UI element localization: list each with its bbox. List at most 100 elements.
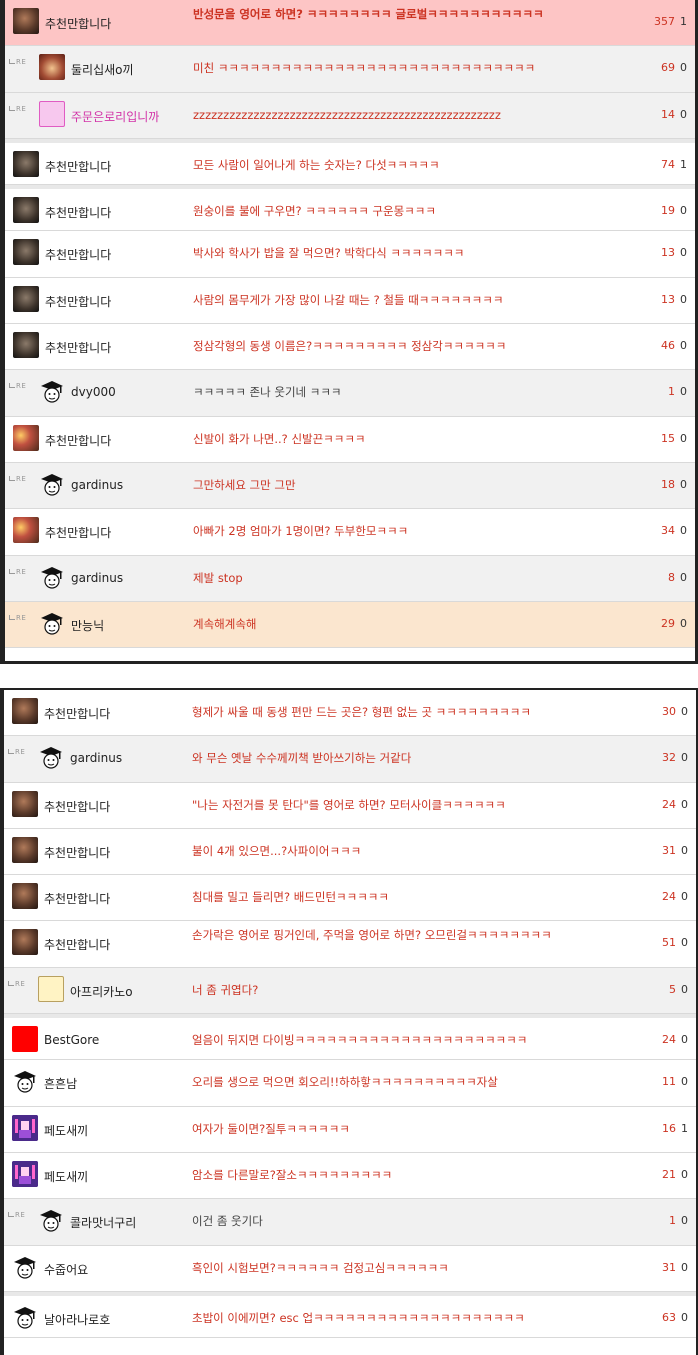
avatar[interactable] bbox=[13, 8, 39, 34]
avatar[interactable] bbox=[12, 836, 38, 863]
nickname[interactable]: 아프리카노o bbox=[70, 983, 133, 1000]
comment-row[interactable]: 수줍어요 흑인이 시험보면?ㅋㅋㅋㅋㅋㅋ 검정고심ㅋㅋㅋㅋㅋㅋ 31 0 bbox=[4, 1245, 696, 1292]
avatar[interactable] bbox=[39, 564, 65, 590]
comment-text[interactable]: 얼음이 뒤지면 다이빙ㅋㅋㅋㅋㅋㅋㅋㅋㅋㅋㅋㅋㅋㅋㅋㅋㅋㅋㅋㅋㅋㅋ bbox=[192, 1033, 632, 1048]
comment-text[interactable]: 원숭이를 불에 구우면? ㅋㅋㅋㅋㅋㅋ 구운몽ㅋㅋㅋ bbox=[193, 204, 633, 219]
nickname[interactable]: 추천만합니다 bbox=[45, 293, 111, 310]
avatar[interactable] bbox=[13, 150, 39, 177]
comment-text[interactable]: 계속해계속해 bbox=[193, 617, 633, 632]
comment-row[interactable]: 추천만합니다 사람의 몸무게가 가장 많이 나갈 때는 ? 철들 때ㅋㅋㅋㅋㅋㅋㅋ… bbox=[5, 277, 695, 325]
avatar[interactable] bbox=[12, 1254, 38, 1280]
comment-text[interactable]: 흑인이 시험보면?ㅋㅋㅋㅋㅋㅋ 검정고심ㅋㅋㅋㅋㅋㅋ bbox=[192, 1261, 632, 1276]
comment-row[interactable]: 추천만합니다 "나는 자전거를 못 탄다"를 영어로 하면? 모터사이클ㅋㅋㅋㅋㅋ… bbox=[4, 782, 696, 829]
nickname[interactable]: gardinus bbox=[71, 571, 123, 585]
avatar[interactable] bbox=[39, 100, 65, 127]
nickname[interactable]: dvy000 bbox=[71, 385, 116, 399]
avatar[interactable] bbox=[12, 1026, 38, 1053]
avatar[interactable] bbox=[12, 790, 38, 817]
comment-text[interactable]: ㅋㅋㅋㅋㅋ 존나 웃기네 ㅋㅋㅋ bbox=[193, 385, 633, 400]
comment-row[interactable]: 추천만합니다 정삼각형의 동생 이름은?ㅋㅋㅋㅋㅋㅋㅋㅋㅋ 정삼각ㅋㅋㅋㅋㅋㅋ 46… bbox=[5, 324, 695, 371]
nickname[interactable]: 추천만합니다 bbox=[44, 844, 110, 861]
nickname[interactable]: 추천만합니다 bbox=[45, 158, 111, 175]
nickname[interactable]: 추천만합니다 bbox=[44, 890, 110, 907]
reply-row[interactable]: RE dvy000 ㅋㅋㅋㅋㅋ 존나 웃기네 ㅋㅋㅋ 1 0 bbox=[5, 370, 695, 417]
comment-text[interactable]: 정삼각형의 동생 이름은?ㅋㅋㅋㅋㅋㅋㅋㅋㅋ 정삼각ㅋㅋㅋㅋㅋㅋ bbox=[193, 339, 633, 354]
avatar[interactable] bbox=[38, 744, 64, 770]
nickname[interactable]: 둘리십새o끼 bbox=[71, 61, 134, 78]
reply-row[interactable]: RE 둘리십새o끼 미친 ㅋㅋㅋㅋㅋㅋㅋㅋㅋㅋㅋㅋㅋㅋㅋㅋㅋㅋㅋㅋㅋㅋㅋㅋㅋㅋㅋㅋㅋ… bbox=[5, 46, 695, 93]
nickname[interactable]: 추천만합니다 bbox=[45, 339, 111, 356]
avatar[interactable] bbox=[12, 1114, 38, 1141]
nickname[interactable]: 수줍어요 bbox=[44, 1261, 88, 1278]
nickname[interactable]: 추천만합니다 bbox=[45, 15, 111, 32]
nickname[interactable]: 만능닉 bbox=[71, 617, 104, 634]
nickname[interactable]: 날아라나로호 bbox=[44, 1311, 110, 1328]
comment-row[interactable]: 날아라나로호 초밥이 이에끼면? esc 업ㅋㅋㅋㅋㅋㅋㅋㅋㅋㅋㅋㅋㅋㅋㅋㅋㅋㅋㅋ… bbox=[4, 1291, 696, 1339]
nickname[interactable]: 콜라맛너구리 bbox=[70, 1214, 136, 1231]
comment-text[interactable]: 반성문을 영어로 하면? ㅋㅋㅋㅋㅋㅋㅋㅋ 글로벌ㅋㅋㅋㅋㅋㅋㅋㅋㅋㅋㅋ bbox=[193, 7, 633, 22]
comment-row[interactable]: 페도새끼 암소를 다른말로?잘소ㅋㅋㅋㅋㅋㅋㅋㅋㅋ 21 0 bbox=[4, 1152, 696, 1200]
avatar[interactable] bbox=[38, 975, 64, 1002]
nickname[interactable]: 추천만합니다 bbox=[44, 798, 110, 815]
reply-row[interactable]: RE 콜라맛너구리 이건 좀 웃기다 1 0 bbox=[4, 1199, 696, 1246]
comment-text[interactable]: 여자가 둘이면?질투ㅋㅋㅋㅋㅋㅋ bbox=[192, 1122, 632, 1137]
comment-row[interactable]: 추천만합니다 모든 사람이 일어나게 하는 숫자는? 다섯ㅋㅋㅋㅋㅋ 74 1 bbox=[5, 138, 695, 186]
nickname[interactable]: gardinus bbox=[70, 751, 122, 765]
avatar[interactable] bbox=[12, 883, 38, 910]
nickname[interactable]: 추천만합니다 bbox=[45, 432, 111, 449]
nickname[interactable]: 흔흔남 bbox=[44, 1075, 77, 1092]
comment-text[interactable]: 미친 ㅋㅋㅋㅋㅋㅋㅋㅋㅋㅋㅋㅋㅋㅋㅋㅋㅋㅋㅋㅋㅋㅋㅋㅋㅋㅋㅋㅋㅋㅋ bbox=[193, 61, 633, 76]
reply-row[interactable]: RE 아프리카노o 너 좀 귀엽다? 5 0 bbox=[4, 967, 696, 1015]
avatar[interactable] bbox=[13, 239, 39, 266]
avatar[interactable] bbox=[13, 332, 39, 359]
comment-row[interactable]: 페도새끼 여자가 둘이면?질투ㅋㅋㅋㅋㅋㅋ 16 1 bbox=[4, 1106, 696, 1153]
nickname[interactable]: 추천만합니다 bbox=[45, 246, 111, 263]
comment-text[interactable]: 아빠가 2명 엄마가 1명이면? 두부한모ㅋㅋㅋ bbox=[193, 524, 633, 539]
reply-row[interactable]: RE 만능닉 계속해계속해 29 0 bbox=[5, 601, 695, 649]
comment-text[interactable]: 모든 사람이 일어나게 하는 숫자는? 다섯ㅋㅋㅋㅋㅋ bbox=[193, 158, 633, 173]
comment-row[interactable]: 추천만합니다 신발이 화가 나면..? 신발끈ㅋㅋㅋㅋ 15 0 bbox=[5, 416, 695, 463]
comment-text[interactable]: zzzzzzzzzzzzzzzzzzzzzzzzzzzzzzzzzzzzzzzz… bbox=[193, 108, 633, 123]
avatar[interactable] bbox=[12, 1304, 38, 1330]
reply-row[interactable]: RE gardinus 제발 stop 8 0 bbox=[5, 555, 695, 602]
comment-text[interactable]: 초밥이 이에끼면? esc 업ㅋㅋㅋㅋㅋㅋㅋㅋㅋㅋㅋㅋㅋㅋㅋㅋㅋㅋㅋㅋ bbox=[192, 1311, 632, 1326]
comment-text[interactable]: 그만하세요 그만 그만 bbox=[193, 478, 633, 493]
comment-text[interactable]: 형제가 싸울 때 동생 편만 드는 곳은? 형편 없는 곳 ㅋㅋㅋㅋㅋㅋㅋㅋㅋ bbox=[192, 705, 632, 720]
comment-text[interactable]: 박사와 학사가 밥을 잘 먹으면? 박학다식 ㅋㅋㅋㅋㅋㅋㅋ bbox=[193, 246, 633, 261]
nickname[interactable]: 추천만합니다 bbox=[44, 705, 110, 722]
nickname[interactable]: 추천만합니다 bbox=[45, 524, 111, 541]
avatar[interactable] bbox=[38, 1207, 64, 1233]
comment-text[interactable]: 제발 stop bbox=[193, 571, 633, 586]
comment-text[interactable]: "나는 자전거를 못 탄다"를 영어로 하면? 모터사이클ㅋㅋㅋㅋㅋㅋ bbox=[192, 798, 632, 813]
comment-text[interactable]: 와 무슨 옛날 수수께끼책 받아쓰기하는 거같다 bbox=[192, 751, 632, 766]
avatar[interactable] bbox=[13, 424, 39, 451]
avatar[interactable] bbox=[12, 1160, 38, 1187]
nickname[interactable]: gardinus bbox=[71, 478, 123, 492]
comment-row[interactable]: BestGore 얼음이 뒤지면 다이빙ㅋㅋㅋㅋㅋㅋㅋㅋㅋㅋㅋㅋㅋㅋㅋㅋㅋㅋㅋㅋㅋ… bbox=[4, 1014, 696, 1061]
avatar[interactable] bbox=[39, 54, 65, 81]
nickname[interactable]: BestGore bbox=[44, 1033, 99, 1047]
nickname[interactable]: 추천만합니다 bbox=[45, 204, 111, 221]
avatar[interactable] bbox=[13, 517, 39, 544]
comment-text[interactable]: 신발이 화가 나면..? 신발끈ㅋㅋㅋㅋ bbox=[193, 432, 633, 447]
nickname[interactable]: 주문은로리입니까 bbox=[71, 108, 159, 125]
comment-row[interactable]: 추천만합니다 아빠가 2명 엄마가 1명이면? 두부한모ㅋㅋㅋ 34 0 bbox=[5, 509, 695, 556]
comment-text[interactable]: 손가락은 영어로 핑거인데, 주먹을 영어로 하면? 오므린걸ㅋㅋㅋㅋㅋㅋㅋㅋ bbox=[192, 928, 632, 943]
comment-row[interactable]: 추천만합니다 침대를 밀고 들리면? 배드민턴ㅋㅋㅋㅋㅋ 24 0 bbox=[4, 875, 696, 922]
reply-row[interactable]: RE gardinus 그만하세요 그만 그만 18 0 bbox=[5, 462, 695, 510]
comment-row[interactable]: 흔흔남 오리를 생으로 먹으면 회오리!!하하핳ㅋㅋㅋㅋㅋㅋㅋㅋㅋㅋ자살 11 0 bbox=[4, 1060, 696, 1107]
comment-row[interactable]: 추천만합니다 손가락은 영어로 핑거인데, 주먹을 영어로 하면? 오므린걸ㅋㅋㅋ… bbox=[4, 921, 696, 968]
comment-text[interactable]: 오리를 생으로 먹으면 회오리!!하하핳ㅋㅋㅋㅋㅋㅋㅋㅋㅋㅋ자살 bbox=[192, 1075, 632, 1090]
avatar[interactable] bbox=[39, 471, 65, 497]
comment-text[interactable]: 암소를 다른말로?잘소ㅋㅋㅋㅋㅋㅋㅋㅋㅋ bbox=[192, 1168, 632, 1183]
avatar[interactable] bbox=[12, 1068, 38, 1094]
avatar[interactable] bbox=[13, 197, 39, 224]
comment-text[interactable]: 침대를 밀고 들리면? 배드민턴ㅋㅋㅋㅋㅋ bbox=[192, 890, 632, 905]
comment-row[interactable]: 추천만합니다 박사와 학사가 밥을 잘 먹으면? 박학다식 ㅋㅋㅋㅋㅋㅋㅋ 13 0 bbox=[5, 231, 695, 278]
avatar[interactable] bbox=[13, 285, 39, 312]
nickname[interactable]: 페도새끼 bbox=[44, 1168, 88, 1185]
comment-text[interactable]: 사람의 몸무게가 가장 많이 나갈 때는 ? 철들 때ㅋㅋㅋㅋㅋㅋㅋㅋ bbox=[193, 293, 633, 308]
comment-text[interactable]: 불이 4개 있으면...?사파이어ㅋㅋㅋ bbox=[192, 844, 632, 859]
reply-row[interactable]: RE gardinus 와 무슨 옛날 수수께끼책 받아쓰기하는 거같다 32 0 bbox=[4, 736, 696, 783]
comment-row[interactable]: 추천만합니다 불이 4개 있으면...?사파이어ㅋㅋㅋ 31 0 bbox=[4, 828, 696, 876]
